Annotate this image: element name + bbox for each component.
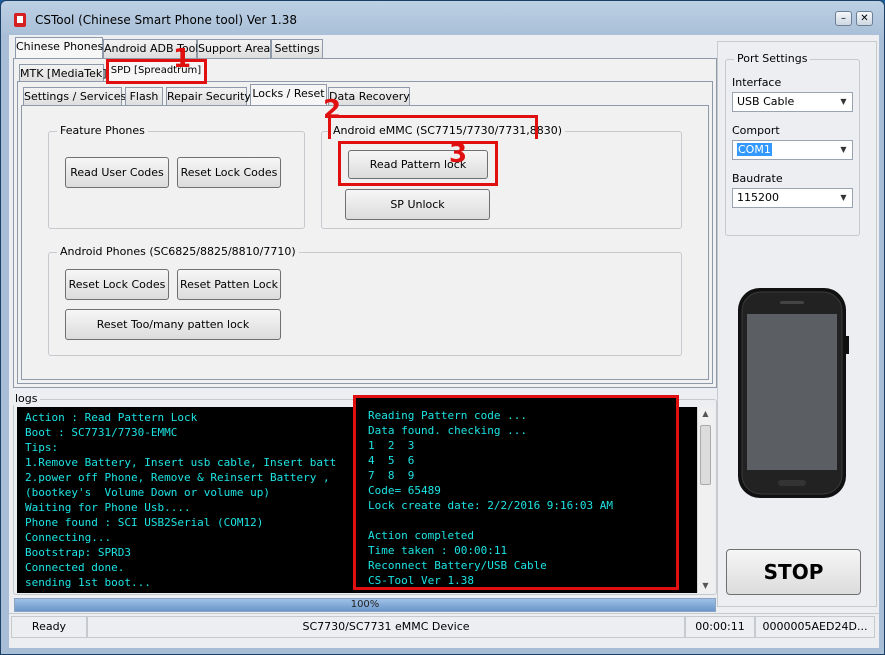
tab-flash[interactable]: Flash	[125, 87, 163, 107]
minimize-icon: –	[841, 13, 846, 24]
result-line	[368, 513, 664, 528]
status-device: SC7730/SC7731 eMMC Device	[87, 616, 685, 638]
close-icon: ✕	[860, 13, 869, 24]
result-console: Reading Pattern code ... Data found. chec…	[353, 395, 679, 590]
app-window: CSTool (Chinese Smart Phone tool) Ver 1.…	[0, 0, 885, 655]
comport-label: Comport	[732, 124, 780, 137]
result-line: CS-Tool Ver 1.38	[368, 574, 474, 587]
android-emmc-title: Android eMMC (SC7715/7730/7731,8830)	[330, 124, 566, 137]
annotation-number-1: 1	[173, 44, 192, 74]
chevron-down-icon: ▼	[840, 97, 847, 106]
annotation-number-3: 3	[449, 139, 468, 169]
annotation-number-2: 2	[323, 95, 342, 125]
log-scrollbar[interactable]: ▲ ▼	[697, 407, 713, 593]
progress-bar: 100%	[14, 598, 716, 612]
interface-label: Interface	[732, 76, 782, 89]
chevron-down-icon: ▼	[840, 145, 847, 154]
result-line: Reading Pattern code ...	[368, 409, 527, 422]
reset-lock-codes-button[interactable]: Reset Lock Codes	[177, 157, 281, 188]
result-line: Reconnect Battery/USB Cable	[368, 559, 547, 572]
baudrate-select[interactable]: 115200 ▼	[732, 188, 853, 208]
interface-select[interactable]: USB Cable ▼	[732, 92, 853, 112]
feature-phones-title: Feature Phones	[57, 124, 148, 137]
minimize-button[interactable]: –	[835, 11, 852, 26]
result-line: Lock create date: 2/2/2016 9:16:03 AM	[368, 499, 614, 512]
tab-chinese-phones[interactable]: Chinese Phones	[15, 37, 103, 59]
scroll-up-icon[interactable]: ▲	[698, 407, 713, 421]
android-phones-group: Android Phones (SC6825/8825/8810/7710)	[48, 245, 682, 356]
status-bar: Ready SC7730/SC7731 eMMC Device 00:00:11…	[9, 613, 879, 639]
sp-unlock-button[interactable]: SP Unlock	[345, 189, 490, 220]
status-time: 00:00:11	[685, 616, 755, 638]
close-button[interactable]: ✕	[856, 11, 873, 26]
port-settings-title: Port Settings	[734, 52, 811, 65]
reset-lock-codes-android-button[interactable]: Reset Lock Codes	[65, 269, 169, 300]
result-line: 7 8 9	[368, 469, 415, 482]
chevron-down-icon: ▼	[840, 193, 847, 202]
result-line: Action completed	[368, 529, 474, 542]
reset-too-many-patten-lock-button[interactable]: Reset Too/many patten lock	[65, 309, 281, 340]
status-state: Ready	[11, 616, 87, 638]
window-title: CSTool (Chinese Smart Phone tool) Ver 1.…	[35, 13, 298, 27]
tab-settings[interactable]: Settings	[271, 39, 323, 59]
status-id: 0000005AED24D...	[755, 616, 875, 638]
app-logo-icon	[14, 13, 26, 27]
interface-value: USB Cable	[737, 95, 795, 108]
tab-locks-reset[interactable]: Locks / Reset	[250, 84, 327, 106]
result-line: 4 5 6	[368, 454, 415, 467]
tab-settings-services[interactable]: Settings / Services	[23, 87, 126, 107]
result-line: Data found. checking ...	[368, 424, 527, 437]
result-line: 1 2 3	[368, 439, 415, 452]
baudrate-value: 115200	[737, 191, 779, 204]
log-line: ...	[25, 590, 689, 593]
logs-label: logs	[13, 392, 40, 405]
read-user-codes-button[interactable]: Read User Codes	[65, 157, 169, 188]
result-line: Time taken : 00:00:11	[368, 544, 508, 557]
progress-text: 100%	[350, 599, 380, 610]
comport-value: COM1	[737, 143, 772, 156]
title-bar: CSTool (Chinese Smart Phone tool) Ver 1.…	[1, 1, 884, 35]
result-line: Code= 65489	[368, 484, 441, 497]
baudrate-label: Baudrate	[732, 172, 783, 185]
phone-illustration-icon	[738, 288, 849, 498]
tab-repair-security[interactable]: Repair Security	[166, 87, 251, 107]
tab-support-area[interactable]: Support Area	[197, 39, 271, 59]
comport-select[interactable]: COM1 ▼	[732, 140, 853, 160]
stop-button[interactable]: STOP	[726, 549, 861, 595]
scroll-thumb[interactable]	[700, 425, 711, 485]
scroll-down-icon[interactable]: ▼	[698, 579, 713, 593]
reset-patten-lock-button[interactable]: Reset Patten Lock	[177, 269, 281, 300]
android-phones-title: Android Phones (SC6825/8825/8810/7710)	[57, 245, 299, 258]
